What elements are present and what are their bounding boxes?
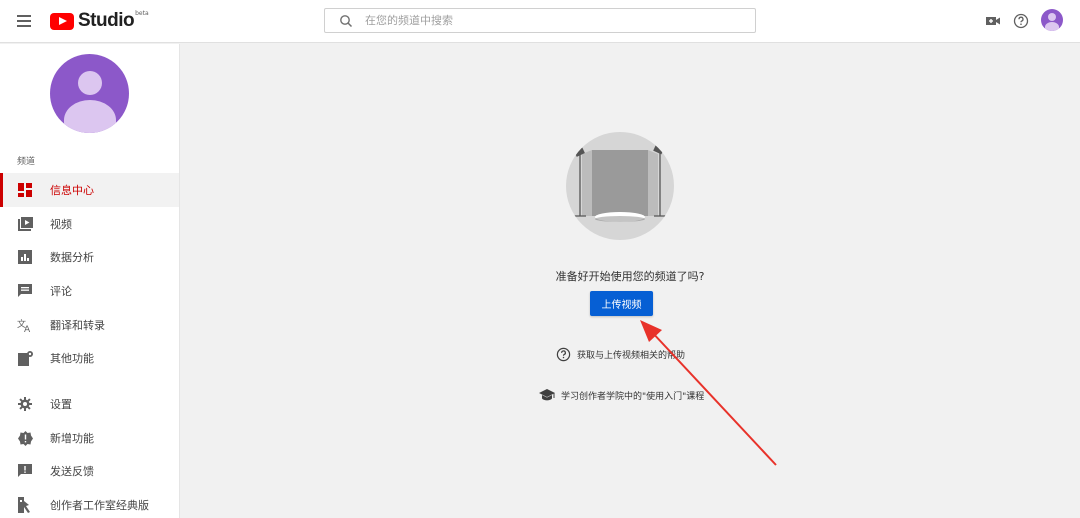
feedback-icon xyxy=(17,463,33,479)
search-icon[interactable] xyxy=(331,9,361,32)
sidebar-item-classic-studio[interactable]: 创作者工作室经典版 xyxy=(0,488,179,518)
sidebar-item-dashboard[interactable]: 信息中心 xyxy=(0,173,179,207)
create-video-icon[interactable] xyxy=(982,10,1004,32)
channel-avatar[interactable] xyxy=(50,54,129,133)
creator-academy-label: 学习创作者学院中的"使用入门"课程 xyxy=(561,391,705,402)
sidebar-item-feedback[interactable]: 发送反馈 xyxy=(0,454,179,488)
menu-icon[interactable] xyxy=(14,12,34,30)
main-content: 准备好开始使用您的频道了吗? 上传视频 获取与上传视频相关的帮助 学习创作者学院… xyxy=(180,44,1080,518)
sidebar-item-label: 创作者工作室经典版 xyxy=(50,499,149,512)
whats-new-icon xyxy=(17,430,33,446)
creator-academy-link[interactable]: 学习创作者学院中的"使用入门"课程 xyxy=(539,387,704,403)
graduation-cap-icon xyxy=(539,388,555,400)
studio-stage-illustration xyxy=(566,132,674,240)
logo-beta-badge: beta xyxy=(135,9,149,17)
upload-video-button[interactable]: 上传视频 xyxy=(590,291,653,316)
other-features-icon xyxy=(17,350,33,366)
sidebar-item-label: 发送反馈 xyxy=(50,465,94,478)
help-icon[interactable] xyxy=(1010,10,1032,32)
sidebar-item-videos[interactable]: 视频 xyxy=(0,207,179,241)
sidebar-item-label: 设置 xyxy=(50,398,72,411)
classic-studio-icon xyxy=(17,497,33,513)
analytics-icon xyxy=(17,249,33,265)
sidebar-item-label: 信息中心 xyxy=(50,184,94,197)
sidebar-item-settings[interactable]: 设置 xyxy=(0,387,179,421)
sidebar-item-label: 视频 xyxy=(50,218,72,231)
settings-icon xyxy=(17,396,33,412)
sidebar-item-label: 评论 xyxy=(50,285,72,298)
youtube-play-icon xyxy=(50,12,74,30)
top-bar: Studio beta xyxy=(0,0,1080,43)
translate-icon: 文A xyxy=(17,317,33,333)
comments-icon xyxy=(17,283,33,299)
search-input[interactable] xyxy=(365,14,745,27)
sidebar-item-label: 数据分析 xyxy=(50,251,94,264)
svg-text:A: A xyxy=(24,325,31,333)
search-box[interactable] xyxy=(324,8,756,33)
sidebar-item-translations[interactable]: 文A 翻译和转录 xyxy=(0,308,179,342)
sidebar-item-analytics[interactable]: 数据分析 xyxy=(0,240,179,274)
sidebar: 频道 信息中心 视频 数据分析 评论 文A 翻译和转录 其他功能 设置 新增功能… xyxy=(0,44,180,518)
upload-help-label: 获取与上传视频相关的帮助 xyxy=(577,350,686,361)
get-started-prompt: 准备好开始使用您的频道了吗? xyxy=(555,270,705,283)
upload-help-link[interactable]: 获取与上传视频相关的帮助 xyxy=(556,346,685,362)
logo-text: Studio xyxy=(78,10,135,31)
videos-icon xyxy=(17,216,33,232)
help-icon xyxy=(556,347,571,361)
sidebar-item-label: 翻译和转录 xyxy=(50,319,105,332)
sidebar-item-other-features[interactable]: 其他功能 xyxy=(0,341,179,375)
channel-section-label: 频道 xyxy=(17,157,36,167)
sidebar-item-comments[interactable]: 评论 xyxy=(0,274,179,308)
sidebar-item-whats-new[interactable]: 新增功能 xyxy=(0,421,179,455)
dashboard-icon xyxy=(17,182,33,198)
sidebar-item-label: 其他功能 xyxy=(50,352,94,365)
sidebar-item-label: 新增功能 xyxy=(50,432,94,445)
studio-logo[interactable]: Studio beta xyxy=(50,9,149,31)
account-avatar[interactable] xyxy=(1041,9,1063,31)
